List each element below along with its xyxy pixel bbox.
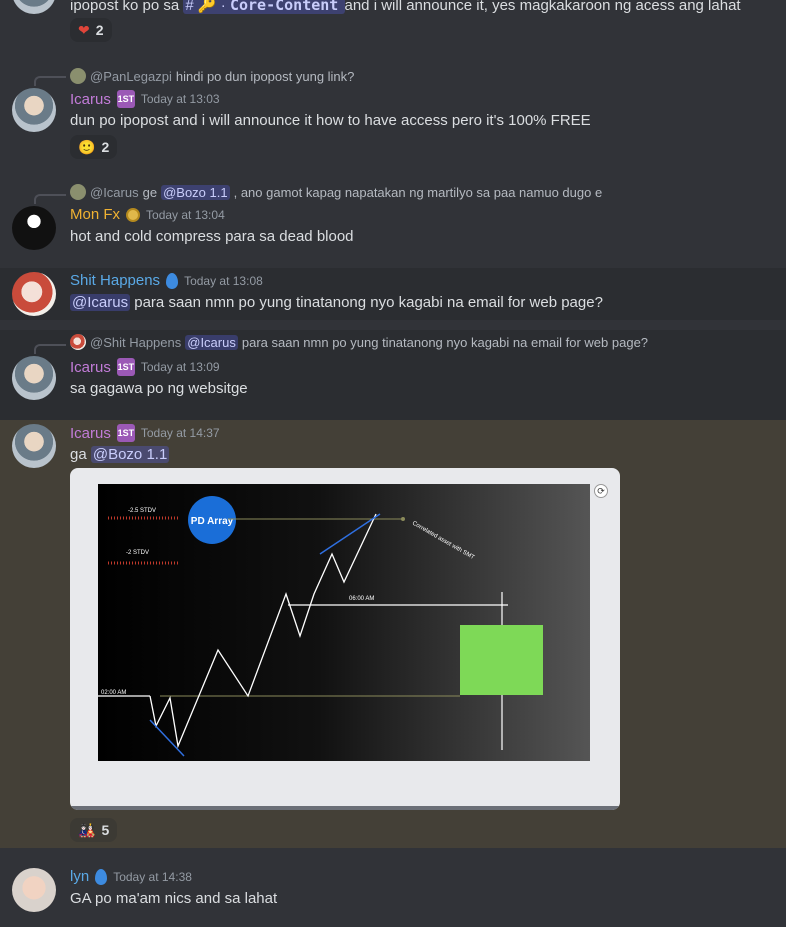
svg-text:Correlated asset with SMT: Correlated asset with SMT: [411, 521, 476, 562]
author-name[interactable]: Mon Fx: [70, 206, 120, 223]
message: @PanLegazpi hindi po dun ipopost yung li…: [0, 62, 786, 162]
message-text: GA po ma'am nics and sa lahat: [70, 890, 278, 907]
mini-avatar: [70, 68, 86, 84]
timestamp: Today at 14:38: [113, 869, 192, 884]
coin-icon: [126, 207, 141, 222]
reaction[interactable]: 🙂 2: [70, 135, 118, 159]
timestamp: Today at 13:03: [140, 92, 220, 106]
message-text: ga @Bozo 1.1: [70, 446, 170, 463]
svg-text:06:00 AM: 06:00 AM: [349, 596, 374, 602]
avatar[interactable]: [12, 272, 56, 316]
message: @Icarus ge @Bozo 1.1, ano gamot kapag na…: [0, 180, 786, 260]
message-text: hot and cold compress para sa dead blood: [70, 228, 354, 245]
message-text: dun po ipopost and i will announce it ho…: [70, 112, 591, 129]
user-mention[interactable]: @Icarus: [70, 294, 131, 311]
svg-text:02:00 AM: 02:00 AM: [101, 690, 126, 696]
author-name[interactable]: Icarus: [70, 425, 111, 442]
drop-icon: [166, 272, 179, 289]
drop-icon: [95, 868, 108, 885]
timestamp: Today at 13:09: [140, 360, 220, 374]
message-text: @Icarus para saan nmn po yung tinatanong…: [70, 294, 603, 311]
message: lyn Today at 14:38 GA po ma'am nics and …: [0, 862, 786, 922]
message: Shit Happens Today at 13:08 @Icarus para…: [0, 268, 786, 320]
author-name[interactable]: lyn: [70, 868, 89, 885]
reply-preview[interactable]: @Shit Happens @Icarus para saan nmn po y…: [70, 334, 648, 350]
message-text: sa gagawa po ng websitge: [70, 380, 248, 397]
svg-text:PD Array: PD Array: [191, 516, 234, 527]
avatar[interactable]: [12, 206, 56, 250]
mini-avatar: [70, 334, 86, 350]
timestamp: Today at 13:04: [146, 207, 225, 222]
avatar[interactable]: [12, 424, 56, 468]
reaction-heart[interactable]: ❤ 2: [70, 18, 112, 42]
message-top: ipopost ko po sa # 🔑 · Core-Content and …: [0, 0, 786, 48]
timestamp: Today at 14:37: [140, 426, 220, 440]
avatar[interactable]: [12, 0, 56, 14]
badge-icon: 1ST: [116, 90, 135, 108]
avatar[interactable]: [12, 88, 56, 132]
svg-text:-2 STDV: -2 STDV: [126, 550, 149, 556]
author-name[interactable]: Shit Happens: [70, 272, 160, 289]
author-name[interactable]: Icarus: [70, 359, 111, 376]
emoji-icon: 🙂: [78, 138, 96, 155]
message: @Shit Happens @Icarus para saan nmn po y…: [0, 330, 786, 420]
badge-icon: 1ST: [116, 358, 135, 376]
timestamp: Today at 13:08: [184, 273, 263, 288]
author-name[interactable]: Icarus: [70, 91, 111, 108]
reaction[interactable]: 🎎 5: [70, 818, 118, 842]
user-mention[interactable]: @Bozo 1.1: [90, 446, 170, 463]
thumbnail-strip[interactable]: [70, 806, 620, 810]
chart-screenshot: PD Array -2.5 STDV -2 STDV Correlated as…: [98, 484, 590, 761]
reply-preview[interactable]: @Icarus ge @Bozo 1.1, ano gamot kapag na…: [70, 184, 602, 200]
emoji-icon: 🎎: [78, 821, 96, 838]
message-text: ipopost ko po sa # 🔑 · Core-Content and …: [70, 0, 741, 14]
avatar[interactable]: [12, 356, 56, 400]
heart-icon: ❤: [78, 21, 90, 38]
channel-mention[interactable]: # 🔑 · Core-Content: [183, 0, 345, 14]
reply-preview[interactable]: @PanLegazpi hindi po dun ipopost yung li…: [70, 68, 354, 84]
avatar[interactable]: [12, 868, 56, 912]
refresh-icon[interactable]: ⟳: [594, 484, 608, 498]
chart-drawing: PD Array -2.5 STDV -2 STDV Correlated as…: [98, 496, 543, 757]
badge-icon: 1ST: [116, 424, 135, 442]
svg-text:-2.5 STDV: -2.5 STDV: [128, 508, 156, 514]
mini-avatar: [70, 184, 86, 200]
image-attachment[interactable]: PD Array -2.5 STDV -2 STDV Correlated as…: [70, 468, 620, 810]
